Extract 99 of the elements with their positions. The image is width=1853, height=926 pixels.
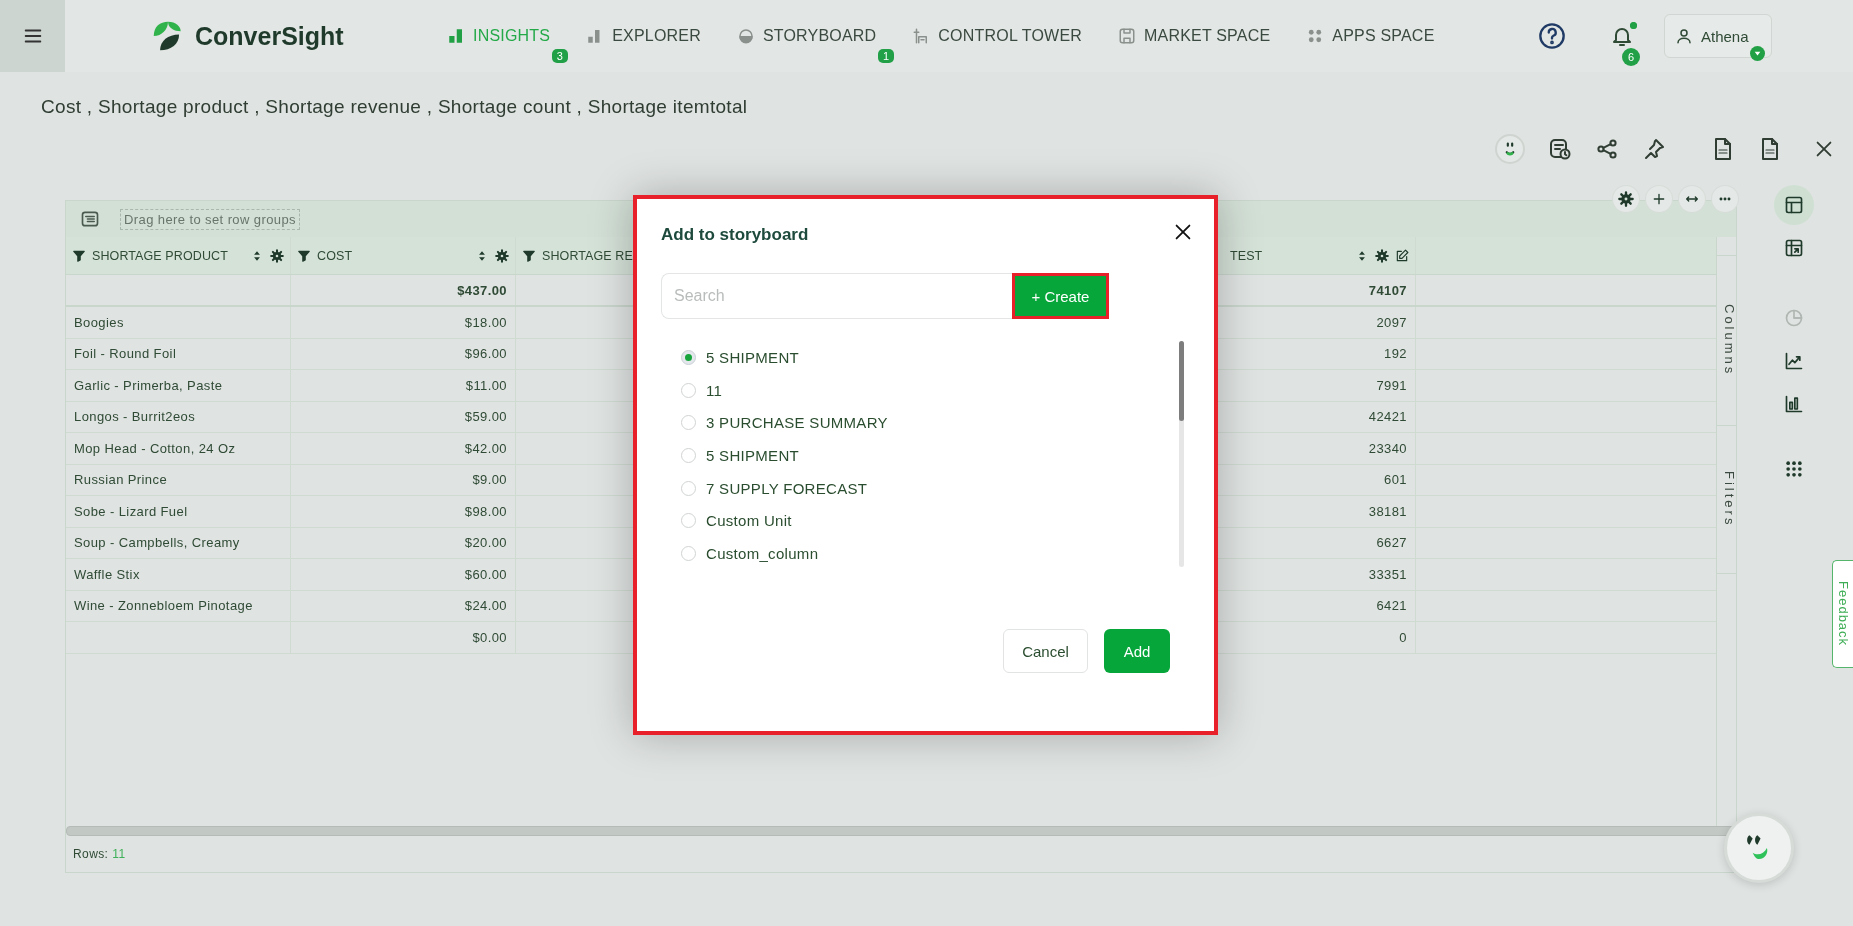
table-cell: $98.00 [464,503,507,519]
table-cell: $59.00 [464,409,507,425]
radio-button[interactable] [681,545,696,561]
row-groups-icon [80,209,100,229]
filter-icon[interactable] [72,248,86,263]
table-cell: 33351 [1368,566,1407,582]
view-button[interactable] [1774,185,1814,225]
table-cell: 192 [1384,346,1407,362]
table-cell: Foil - Round Foil [74,346,177,362]
nav-tab[interactable]: APPS SPACE [1306,27,1435,45]
caret-icon [1750,46,1765,61]
pivot-icon [1784,238,1804,258]
nav-tab[interactable]: EXPLORER [586,27,701,45]
table-cell: $42.00 [464,440,507,456]
settings-icon[interactable] [1375,248,1389,263]
fit-width-button[interactable] [1679,186,1705,212]
radio-button[interactable] [681,513,696,529]
column-header[interactable]: TEST [1230,248,1263,263]
side-panel-tab[interactable]: Columns [1717,256,1736,426]
add-button[interactable] [1646,186,1672,212]
count-badge: 3 [551,49,569,63]
table-cell: Sobe - Lizard Fuel [74,503,188,519]
edit-icon[interactable] [1395,248,1409,263]
column-header[interactable]: COST [317,248,353,263]
storyboard-option[interactable]: Custom Unit [681,504,792,538]
table-cell: Boogies [74,314,124,330]
table-cell: 2097 [1376,314,1407,330]
table-cell: $18.00 [464,314,507,330]
radio-button[interactable] [681,415,696,431]
storyboard-option[interactable]: Custom_column [681,537,819,570]
schedule-report-icon[interactable] [1548,137,1572,161]
breadcrumb-text: Cost , Shortage product , Shortage revenue , Shortage count , Shortage itemtotal [41,96,748,117]
settings-icon[interactable] [495,248,509,263]
total-cell: 74107 [1368,282,1407,298]
storyboard-option[interactable]: 11 [681,373,723,407]
table-cell: $96.00 [464,346,507,362]
table-cell: Waffle Stix [74,566,140,582]
storyboard-option[interactable]: 3 PURCHASE SUMMARY [681,406,888,440]
radio-button[interactable] [681,382,696,398]
rows-label: Rows: [73,847,109,861]
table-icon [1784,195,1804,215]
smiley-icon[interactable] [1495,134,1525,164]
settings-icon[interactable] [270,248,284,263]
menu-button[interactable] [0,0,65,72]
unread-dot [1630,22,1637,29]
nav-tab[interactable]: MARKET SPACE [1118,27,1271,45]
table-cell: 23340 [1368,440,1407,456]
table-cell: Wine - Zonnebloem Pinotage [74,598,253,614]
table-cell: 601 [1384,472,1407,488]
grid-icon [1784,459,1804,479]
user-icon [1675,27,1693,45]
plus-icon [1651,191,1667,207]
filter-icon[interactable] [522,248,536,263]
storyboard-option[interactable]: 7 SUPPLY FORECAST [681,471,868,505]
logo-text: ConverSight [195,21,344,51]
column-header[interactable]: SHORTAGE PRODUCT [92,248,228,263]
table-cell: 0 [1399,629,1407,645]
radio-button[interactable] [681,349,696,365]
table-cell: 6421 [1376,598,1407,614]
table-cell: Mop Head - Cotton, 24 Oz [74,440,236,456]
total-cell: $437.00 [457,282,507,298]
dialog-title: Add to storyboard [661,225,809,245]
table-cell: 38181 [1368,503,1407,519]
table-cell: 6627 [1376,535,1407,551]
pie-icon [1784,308,1804,328]
storyboard-option[interactable]: 5 SHIPMENT [681,341,799,374]
filter-icon[interactable] [297,248,311,263]
table-cell: $11.00 [465,377,507,393]
storyboard-option[interactable]: 5 SHIPMENT [681,439,799,472]
nav-tab[interactable]: CONTROL TOWER [912,27,1082,45]
count-badge: 6 [1622,48,1640,66]
table-cell: Garlic - Primerba, Paste [74,377,223,393]
table-cell: $0.00 [472,629,507,645]
side-panel-tab[interactable]: Filters [1717,426,1736,574]
table-cell: 7991 [1376,377,1407,393]
line-icon [1784,351,1804,371]
table-cell: Soup - Campbells, Creamy [74,535,240,551]
table-cell: 42421 [1368,409,1407,425]
cancel-button[interactable]: Cancel [1003,629,1088,673]
table-cell: $20.00 [464,535,507,551]
rows-count: 11 [112,847,126,861]
count-badge: 1 [878,49,895,63]
table-cell: $24.00 [464,598,507,614]
table-cell: Longos - Burrit2eos [74,409,196,425]
table-cell: $60.00 [464,566,507,582]
radio-button[interactable] [681,447,696,463]
settings-icon [1618,191,1634,207]
pin-icon[interactable] [1642,137,1666,161]
table-cell: $9.00 [472,472,507,488]
column-header[interactable]: SHORTAGE RE [542,248,633,263]
user-menu-button[interactable]: Athena [1664,14,1772,58]
settings-button[interactable] [1613,186,1639,212]
bar-icon [1784,394,1804,414]
help-icon[interactable] [1538,22,1566,50]
radio-button[interactable] [681,480,696,496]
table-cell: Russian Prince [74,472,168,488]
row-groups-drop-zone: Drag here to set row groups [120,208,300,230]
share-icon[interactable] [1595,137,1619,161]
search-field[interactable]: Search [661,273,1012,319]
